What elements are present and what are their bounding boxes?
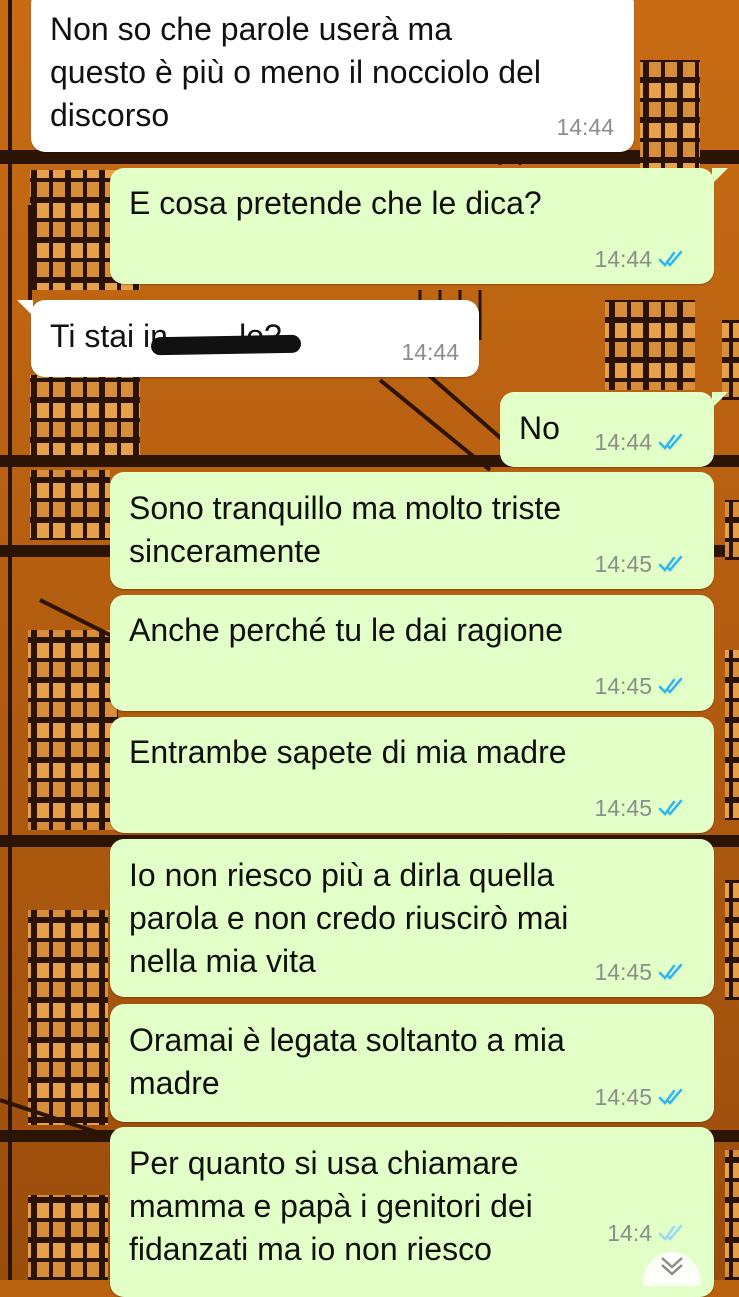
message-meta: 14:44: [594, 429, 686, 455]
bubble-tail: [712, 168, 728, 184]
message-text: Sono tranquillo ma molto triste sinceram…: [129, 490, 562, 569]
message-outgoing[interactable]: Io non riesco più a dirla quella parola …: [110, 839, 714, 997]
message-outgoing[interactable]: E cosa pretende che le dica? 14:44: [110, 168, 728, 284]
message-meta: 14:45: [594, 959, 686, 985]
message-text: No: [519, 410, 560, 446]
message-time: 14:45: [594, 795, 652, 821]
message-text: Anche perché tu le dai ragione: [129, 612, 564, 648]
message-meta: 14:45: [594, 795, 686, 821]
message-outgoing[interactable]: Entrambe sapete di mia madre 14:45: [110, 717, 714, 833]
message-time: 14:44: [401, 339, 459, 365]
double-check-icon: [658, 677, 683, 694]
double-check-icon: [658, 433, 683, 450]
message-time: 14:45: [594, 673, 652, 699]
message-text: Per quanto si usa chiamare mamma e papà …: [129, 1145, 533, 1267]
double-check-icon: [658, 963, 683, 980]
message-outgoing[interactable]: Sono tranquillo ma molto triste sinceram…: [110, 472, 714, 589]
message-outgoing[interactable]: Oramai è legata soltanto a mia madre 14:…: [110, 1004, 714, 1122]
message-time: 14:44: [556, 114, 614, 140]
message-meta: 14:44: [556, 114, 614, 140]
message-meta: 14:45: [594, 1084, 686, 1110]
double-check-icon: [658, 1088, 683, 1105]
message-meta: 14:45: [594, 673, 686, 699]
message-text: Io non riesco più a dirla quella parola …: [129, 857, 569, 979]
bubble-tail: [17, 300, 33, 316]
double-check-icon: [658, 1224, 683, 1241]
message-time: 14:44: [594, 429, 652, 455]
message-text: Oramai è legata soltanto a mia madre: [129, 1022, 565, 1101]
redaction-scribble: [150, 334, 302, 356]
message-meta: 14:44: [401, 339, 459, 365]
message-time: 14:4: [607, 1220, 652, 1246]
message-text: Non so che parole userà ma questo è più …: [50, 11, 541, 133]
message-outgoing[interactable]: No 14:44: [500, 392, 728, 467]
message-time: 14:45: [594, 959, 652, 985]
message-meta: 14:44: [594, 246, 686, 272]
message-incoming[interactable]: Non so che parole userà ma questo è più …: [31, 0, 634, 152]
chevron-down-icon: [661, 1257, 683, 1276]
double-check-icon: [658, 799, 683, 816]
double-check-icon: [658, 250, 683, 267]
message-time: 14:45: [594, 1084, 652, 1110]
message-outgoing[interactable]: Anche perché tu le dai ragione 14:45: [110, 595, 714, 711]
message-time: 14:45: [594, 551, 652, 577]
message-time: 14:44: [594, 246, 652, 272]
double-check-icon: [658, 555, 683, 572]
message-meta: 14:45: [594, 551, 686, 577]
message-text: E cosa pretende che le dica?: [129, 185, 542, 221]
message-text: Entrambe sapete di mia madre: [129, 734, 567, 770]
message-outgoing[interactable]: Per quanto si usa chiamare mamma e papà …: [110, 1127, 714, 1297]
message-meta: 14:4: [607, 1220, 686, 1246]
bubble-tail: [712, 392, 728, 408]
